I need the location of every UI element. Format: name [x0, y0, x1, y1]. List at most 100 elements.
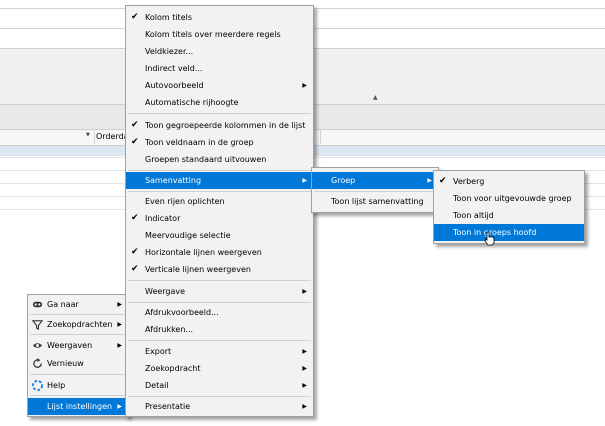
- menu-item-lijst-instellingen[interactable]: Lijst instellingen ▶: [28, 398, 128, 415]
- separator: [30, 314, 126, 315]
- menu-item-label: Zoekopdrachten: [47, 320, 113, 329]
- menu-item-ga-naar[interactable]: Ga naar ▶: [28, 296, 128, 313]
- menu-item-help[interactable]: Help: [28, 377, 128, 394]
- separator: [128, 396, 311, 397]
- separator: [128, 170, 311, 171]
- menu-item-verticale-lijnen[interactable]: ✔ Verticale lijnen weergeven: [126, 261, 313, 278]
- menu-item-label: Indicator: [145, 214, 181, 223]
- submenu-arrow-icon: ▶: [302, 382, 307, 389]
- menu-item-label: Verberg: [453, 177, 485, 186]
- menu-item-zoekopdrachten[interactable]: Zoekopdrachten ▶: [28, 316, 128, 333]
- left-context-menu: Ga naar ▶ Zoekopdrachten ▶ Weergaven ▶ V…: [27, 294, 129, 417]
- filter-icon: [32, 320, 43, 330]
- separator: [128, 113, 311, 114]
- menu-item-label: Toon veldnaam in de groep: [145, 138, 254, 147]
- views-icon: [32, 343, 43, 348]
- submenu-arrow-icon: ▶: [117, 342, 122, 349]
- separator: [128, 340, 311, 341]
- column-header-orderdate[interactable]: Orderda: [96, 132, 129, 141]
- menu-item-horizontale-lijnen[interactable]: ✔ Horizontale lijnen weergeven: [126, 244, 313, 261]
- hand-cursor-icon: [484, 231, 495, 246]
- submenu-arrow-icon: ▶: [302, 288, 307, 295]
- separator: [30, 374, 126, 375]
- menu-item-kolom-titels[interactable]: ✔ Kolom titels: [126, 9, 313, 26]
- check-icon: ✔: [439, 176, 447, 186]
- submenu-arrow-icon: ▶: [427, 177, 432, 184]
- menu-item-even-rijen[interactable]: Even rijen oplichten: [126, 193, 313, 210]
- menu-item-label: Weergaven: [47, 341, 93, 350]
- menu-item-label: Autovoorbeeld: [145, 81, 204, 90]
- submenu-arrow-icon: ▶: [302, 177, 307, 184]
- refresh-icon: [33, 358, 42, 368]
- menu-item-autovoorbeeld[interactable]: Autovoorbeeld ▶: [126, 77, 313, 94]
- menu-item-weergave[interactable]: Weergave ▶: [126, 283, 313, 300]
- dropdown-icon[interactable]: ▼: [86, 132, 90, 138]
- menu-item-vernieuw[interactable]: Vernieuw: [28, 355, 128, 372]
- group-submenu: ✔ Verberg Toon voor uitgevouwde groep To…: [433, 170, 585, 244]
- menu-item-toon-gegroepeerde-kolommen[interactable]: ✔ Toon gegroepeerde kolommen in de lijst: [126, 117, 313, 134]
- menu-item-groep[interactable]: Groep ▶: [312, 172, 438, 189]
- menu-item-samenvatting[interactable]: Samenvatting ▶: [126, 172, 313, 189]
- menu-item-label: Vernieuw: [47, 359, 84, 368]
- menu-item-label: Toon lijst samenvatting: [331, 197, 424, 206]
- separator: [30, 334, 126, 335]
- submenu-arrow-icon: ▶: [302, 82, 307, 89]
- menu-item-label: Even rijen oplichten: [145, 197, 225, 206]
- submenu-arrow-icon: ▶: [117, 301, 122, 308]
- menu-item-kolom-titels-meerdere-regels[interactable]: Kolom titels over meerdere regels: [126, 26, 313, 43]
- menu-item-toon-altijd[interactable]: Toon altijd: [434, 207, 584, 224]
- menu-item-label: Toon gegroepeerde kolommen in de lijst: [145, 121, 306, 130]
- menu-item-detail[interactable]: Detail ▶: [126, 377, 313, 394]
- menu-item-label: Export: [145, 347, 172, 356]
- check-icon: ✔: [131, 137, 139, 147]
- menu-item-label: Groepen standaard uitvouwen: [145, 155, 267, 164]
- menu-item-meervoudige-selectie[interactable]: Meervoudige selectie: [126, 227, 313, 244]
- menu-item-label: Automatische rijhoogte: [145, 98, 239, 107]
- menu-item-label: Detail: [145, 381, 169, 390]
- submenu-arrow-icon: ▶: [302, 365, 307, 372]
- separator: [314, 191, 436, 192]
- menu-item-groepen-uitvouwen[interactable]: Groepen standaard uitvouwen: [126, 151, 313, 168]
- menu-item-weergaven[interactable]: Weergaven ▶: [28, 337, 128, 354]
- check-icon: ✔: [131, 264, 139, 274]
- check-icon: ✔: [131, 120, 139, 130]
- menu-item-toon-voor-uitgevouwde-groep[interactable]: Toon voor uitgevouwde groep: [434, 190, 584, 207]
- menu-item-indirect-veld[interactable]: Indirect veld...: [126, 60, 313, 77]
- menu-item-label: Groep: [331, 176, 356, 185]
- menu-item-label: Lijst instellingen: [47, 402, 113, 411]
- separator: [128, 302, 311, 303]
- submenu-arrow-icon: ▶: [117, 403, 122, 410]
- menu-item-label: Kolom titels: [145, 13, 193, 22]
- separator: [30, 395, 126, 396]
- column-header[interactable]: ▼: [0, 129, 95, 144]
- menu-item-indicator[interactable]: ✔ Indicator: [126, 210, 313, 227]
- submenu-arrow-icon: ▶: [302, 403, 307, 410]
- menu-item-automatische-rijhoogte[interactable]: Automatische rijhoogte: [126, 94, 313, 111]
- check-icon: ✔: [131, 213, 139, 223]
- submenu-arrow-icon: ▶: [302, 348, 307, 355]
- menu-item-label: Afdrukvoorbeeld...: [145, 308, 219, 317]
- separator: [128, 280, 311, 281]
- list-settings-menu: ✔ Kolom titels Kolom titels over meerder…: [125, 5, 314, 417]
- menu-item-veldkiezer[interactable]: Veldkiezer...: [126, 43, 313, 60]
- menu-item-label: Afdrukken...: [145, 325, 194, 334]
- menu-item-label: Samenvatting: [145, 176, 202, 185]
- separator: [128, 191, 311, 192]
- menu-item-label: Meervoudige selectie: [145, 231, 231, 240]
- menu-item-export[interactable]: Export ▶: [126, 343, 313, 360]
- menu-item-toon-veldnaam[interactable]: ✔ Toon veldnaam in de groep: [126, 134, 313, 151]
- menu-item-presentatie[interactable]: Presentatie ▶: [126, 398, 313, 415]
- menu-item-label: Presentatie: [145, 402, 191, 411]
- menu-item-zoekopdracht[interactable]: Zoekopdracht ▶: [126, 360, 313, 377]
- column-divider: [320, 129, 321, 144]
- menu-item-label: Zoekopdracht: [145, 364, 201, 373]
- menu-item-afdrukken[interactable]: Afdrukken...: [126, 321, 313, 338]
- menu-item-afdrukvoorbeeld[interactable]: Afdrukvoorbeeld...: [126, 304, 313, 321]
- menu-item-verberg[interactable]: ✔ Verberg: [434, 173, 584, 190]
- menu-item-toon-lijst-samenvatting[interactable]: Toon lijst samenvatting: [312, 193, 438, 210]
- menu-item-label: Weergave: [145, 287, 186, 296]
- menu-item-toon-in-groeps-hoofd[interactable]: Toon in groeps hoofd: [434, 224, 584, 241]
- menu-item-label: Help: [47, 381, 66, 390]
- menu-item-label: Horizontale lijnen weergeven: [145, 248, 262, 257]
- menu-item-label: Ga naar: [47, 300, 79, 309]
